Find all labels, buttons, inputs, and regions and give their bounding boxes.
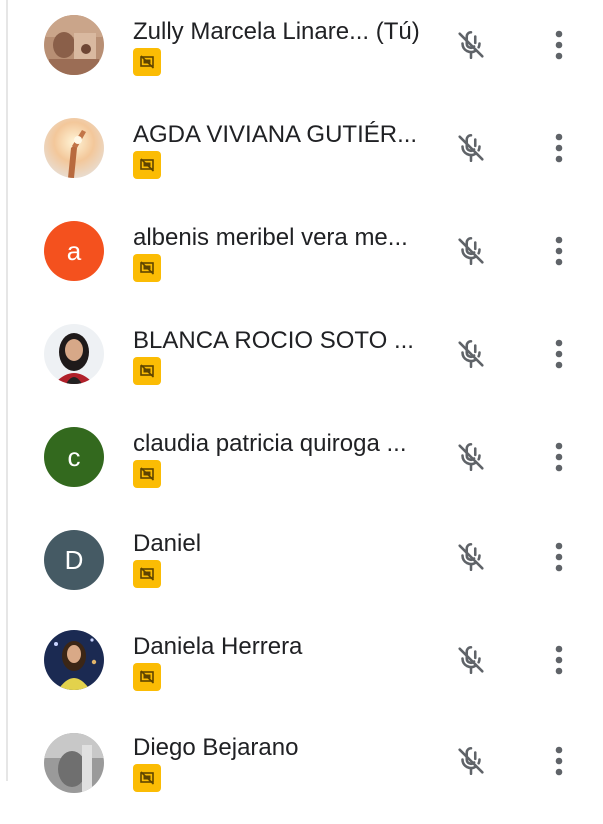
more-options-button[interactable]: [546, 537, 572, 577]
mic-off-icon: [458, 236, 484, 266]
participant-name: BLANCA ROCIO SOTO ...: [133, 327, 414, 354]
participant-avatar: [44, 733, 104, 793]
more-options-button[interactable]: [546, 25, 572, 65]
mute-button[interactable]: [451, 437, 491, 477]
participant-row[interactable]: Diego Bejarano: [0, 721, 603, 824]
participant-avatar: [44, 324, 104, 384]
presentation-off-icon: [140, 467, 155, 481]
presentation-off-badge: [133, 254, 161, 282]
mute-button[interactable]: [451, 640, 491, 680]
participant-row[interactable]: c claudia patricia quiroga ...: [0, 412, 603, 515]
presentation-off-icon: [140, 158, 155, 172]
participant-row[interactable]: BLANCA ROCIO SOTO ...: [0, 309, 603, 412]
more-vert-icon: [555, 645, 563, 675]
presentation-off-icon: [140, 567, 155, 581]
mic-off-icon: [458, 30, 484, 60]
more-options-button[interactable]: [546, 640, 572, 680]
more-options-button[interactable]: [546, 437, 572, 477]
more-vert-icon: [555, 339, 563, 369]
presentation-off-badge: [133, 460, 161, 488]
presentation-off-badge: [133, 357, 161, 385]
presentation-off-icon: [140, 261, 155, 275]
participant-row[interactable]: Zully Marcela Linare... (Tú): [0, 0, 603, 103]
participant-row[interactable]: a albenis meribel vera me...: [0, 206, 603, 309]
more-vert-icon: [555, 746, 563, 776]
participant-avatar: [44, 118, 104, 178]
presentation-off-badge: [133, 560, 161, 588]
participant-row[interactable]: AGDA VIVIANA GUTIÉR...: [0, 103, 603, 206]
avatar-letter: D: [64, 544, 84, 575]
mute-button[interactable]: [451, 25, 491, 65]
presentation-off-badge: [133, 151, 161, 179]
avatar-letter: c: [67, 441, 81, 472]
participant-row[interactable]: D Daniel: [0, 515, 603, 618]
participant-name: Diego Bejarano: [133, 734, 299, 761]
participant-avatar: [44, 15, 104, 75]
presentation-off-icon: [140, 364, 155, 378]
more-vert-icon: [555, 133, 563, 163]
mic-off-icon: [458, 133, 484, 163]
more-options-button[interactable]: [546, 334, 572, 374]
participant-avatar: D: [44, 530, 104, 590]
presentation-off-badge: [133, 48, 161, 76]
more-vert-icon: [555, 236, 563, 266]
more-vert-icon: [555, 442, 563, 472]
mute-button[interactable]: [451, 128, 491, 168]
mic-off-icon: [458, 339, 484, 369]
presentation-off-badge: [133, 663, 161, 691]
more-options-button[interactable]: [546, 128, 572, 168]
participant-name: Daniel: [133, 530, 202, 557]
mute-button[interactable]: [451, 231, 491, 271]
presentation-off-icon: [140, 670, 155, 684]
participant-name: AGDA VIVIANA GUTIÉR...: [133, 121, 418, 148]
participant-name: claudia patricia quiroga ...: [133, 430, 407, 457]
presentation-off-icon: [140, 55, 155, 69]
participant-row[interactable]: Daniela Herrera: [0, 618, 603, 721]
mute-button[interactable]: [451, 537, 491, 577]
participant-name: albenis meribel vera me...: [133, 224, 408, 251]
participant-avatar: c: [44, 427, 104, 487]
more-vert-icon: [555, 542, 563, 572]
more-options-button[interactable]: [546, 231, 572, 271]
presentation-off-badge: [133, 764, 161, 792]
more-vert-icon: [555, 30, 563, 60]
presentation-off-icon: [140, 771, 155, 785]
participant-avatar: [44, 630, 104, 690]
participant-avatar: a: [44, 221, 104, 281]
participant-name: Zully Marcela Linare... (Tú): [133, 18, 420, 45]
participant-list: Zully Marcela Linare... (Tú) AGDA VIVIAN…: [0, 0, 603, 793]
mic-off-icon: [458, 542, 484, 572]
more-options-button[interactable]: [546, 741, 572, 781]
avatar-letter: a: [66, 235, 82, 266]
mic-off-icon: [458, 746, 484, 776]
participant-name: Daniela Herrera: [133, 633, 303, 660]
mute-button[interactable]: [451, 741, 491, 781]
mic-off-icon: [458, 442, 484, 472]
mic-off-icon: [458, 645, 484, 675]
mute-button[interactable]: [451, 334, 491, 374]
